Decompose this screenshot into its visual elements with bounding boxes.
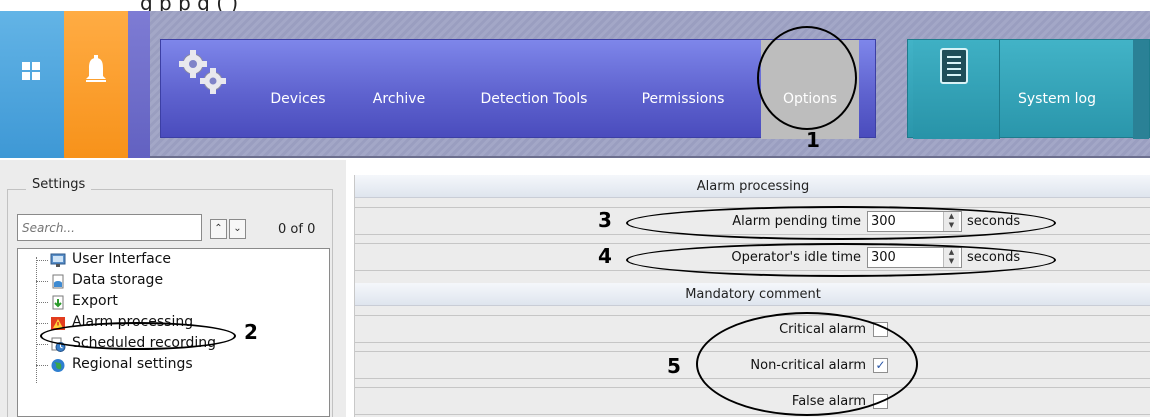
screen: g p p g ( ) Devices Archive Detection To… (0, 0, 1150, 417)
system-log-edge (1133, 40, 1149, 139)
nav-edge-strip (128, 11, 150, 158)
callout-number-1: 1 (806, 128, 820, 152)
nav-permissions[interactable]: Permissions (628, 40, 738, 139)
settings-group-label: Settings (26, 177, 92, 192)
settings-search-input[interactable] (17, 214, 202, 241)
monitor-icon (50, 253, 66, 267)
search-result-count: 0 of 0 (278, 222, 316, 237)
export-icon (52, 295, 64, 310)
globe-icon (51, 359, 65, 372)
section-mandatory-comment: Mandatory comment (355, 283, 1150, 306)
database-icon (52, 274, 64, 289)
top-bar: Devices Archive Detection Tools Permissi… (0, 11, 1150, 158)
callout-oval-alarm-processing (40, 322, 236, 350)
nav-devices[interactable]: Devices (253, 40, 343, 139)
callout-oval-alarm-pending (626, 206, 1056, 240)
bell-icon (86, 55, 106, 82)
settings-panel: Settings ⌃ ⌄ 0 of 0 User Interface (0, 160, 346, 417)
windows-tile[interactable] (0, 11, 64, 158)
tree-item-label: Regional settings (72, 356, 193, 372)
callout-number-2: 2 (244, 320, 258, 344)
system-log-label: System log (1018, 91, 1096, 107)
callout-oval-operator-idle (626, 243, 1056, 277)
checklist-icon (940, 48, 968, 84)
alarms-tile[interactable] (64, 11, 128, 158)
tree-item-label: User Interface (72, 251, 172, 267)
system-log-icon-box (913, 40, 1000, 139)
windows-icon (22, 62, 41, 81)
search-next-button[interactable]: ⌄ (229, 219, 246, 239)
section-alarm-processing: Alarm processing (355, 175, 1150, 198)
callout-oval-mandatory-comment (696, 312, 918, 416)
nav-detection-tools[interactable]: Detection Tools (449, 40, 619, 139)
callout-oval-options (757, 26, 857, 130)
callout-number-5: 5 (667, 354, 681, 378)
tree-item-label: Export (72, 293, 118, 309)
tree-item-label: Data storage (72, 272, 164, 288)
system-log-tile[interactable]: System log (907, 39, 1150, 139)
nav-archive[interactable]: Archive (354, 40, 444, 139)
search-prev-button[interactable]: ⌃ (210, 219, 227, 239)
gears-icon (179, 50, 226, 94)
callout-number-3: 3 (598, 208, 612, 232)
callout-number-4: 4 (598, 244, 612, 268)
